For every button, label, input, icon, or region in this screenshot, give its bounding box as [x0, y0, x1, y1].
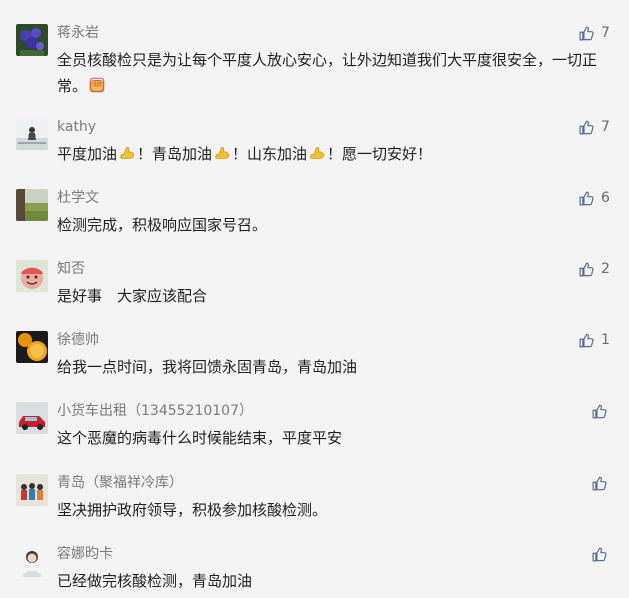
like-button[interactable]: 1 [578, 330, 610, 350]
comment-text-part: 检测完成，积极响应国家号召。 [57, 216, 268, 234]
like-button[interactable] [591, 401, 608, 421]
comment-author[interactable]: 知否 [57, 259, 85, 279]
comment-author[interactable]: 蒋永岩 [57, 23, 99, 43]
portrait-avatar[interactable] [16, 545, 48, 577]
orange-slices-avatar[interactable] [16, 331, 48, 363]
comment-author[interactable]: 杜学文 [57, 188, 99, 208]
thumbs-up-icon [592, 476, 607, 490]
comment-author[interactable]: 容娜昀卡 [57, 544, 113, 564]
thumbs-up-icon [579, 26, 594, 40]
flexed-biceps-emoji [118, 144, 136, 162]
comment-text-part: 全员核酸检只是为让每个平度人放心安心，让外边知道我们大平度很安全，一切正常。 [57, 51, 598, 95]
comment-text: 全员核酸检只是为让每个平度人放心安心，让外边知道我们大平度很安全，一切正常。 [57, 47, 602, 99]
flexed-biceps-emoji [213, 144, 231, 162]
comment-text-part: 是好事 大家应该配合 [57, 287, 208, 305]
like-button[interactable]: 6 [578, 188, 610, 208]
like-button[interactable]: 7 [578, 117, 610, 137]
comment-text-part: ！青岛加油 [137, 145, 213, 163]
thumbs-up-icon [592, 404, 607, 418]
thumbs-up-icon [579, 191, 594, 205]
comment-text: 这个恶魔的病毒什么时候能结束，平度平安 [57, 425, 602, 451]
comment-author[interactable]: 徐德帅 [57, 330, 99, 350]
like-button[interactable] [591, 544, 608, 564]
seaside-person-avatar[interactable] [16, 118, 48, 150]
purple-flower-avatar[interactable] [16, 24, 48, 56]
fist-emoji [88, 76, 106, 94]
comment-author[interactable]: kathy [57, 117, 96, 137]
comment-author[interactable]: 青岛（聚福祥冷库） [57, 473, 183, 493]
like-count: 7 [601, 25, 610, 41]
like-count: 7 [601, 119, 610, 135]
comment-text-part: 给我一点时间，我将回馈永固青岛，青岛加油 [57, 358, 358, 376]
like-button[interactable]: 2 [578, 259, 610, 279]
thumbs-up-icon [579, 262, 594, 276]
group-photo-avatar[interactable] [16, 474, 48, 506]
like-button[interactable]: 7 [578, 23, 610, 43]
comment-text: 坚决拥护政府领导，积极参加核酸检测。 [57, 497, 602, 523]
comment-text-part: 已经做完核酸检测，青岛加油 [57, 572, 253, 590]
red-car-avatar[interactable] [16, 402, 48, 434]
like-count: 6 [601, 190, 610, 206]
thumbs-up-icon [592, 547, 607, 561]
comment-text: 是好事 大家应该配合 [57, 283, 602, 309]
comment-text-part: 平度加油 [57, 145, 118, 163]
thumbs-up-icon [579, 120, 594, 134]
comment-text-part: 坚决拥护政府领导，积极参加核酸检测。 [57, 501, 328, 519]
flexed-biceps-emoji [308, 144, 326, 162]
comment-text-part: ！愿一切安好！ [327, 145, 433, 163]
comment-author[interactable]: 小货车出租（13455210107） [57, 401, 253, 421]
thumbs-up-icon [579, 333, 594, 347]
like-count: 2 [601, 261, 610, 277]
comment-text: 平度加油 ！青岛加油 ！山东加油 ！愿一切安好！ [57, 141, 602, 167]
comment-text: 给我一点时间，我将回馈永固青岛，青岛加油 [57, 354, 602, 380]
field-landscape-avatar[interactable] [16, 189, 48, 221]
like-button[interactable] [591, 473, 608, 493]
comment-text: 已经做完核酸检测，青岛加油 [57, 568, 602, 594]
cartoon-face-avatar[interactable] [16, 260, 48, 292]
comment-text-part: 这个恶魔的病毒什么时候能结束，平度平安 [57, 429, 343, 447]
comment-text: 检测完成，积极响应国家号召。 [57, 212, 602, 238]
like-count: 1 [601, 332, 610, 348]
comment-text-part: ！山东加油 [232, 145, 308, 163]
